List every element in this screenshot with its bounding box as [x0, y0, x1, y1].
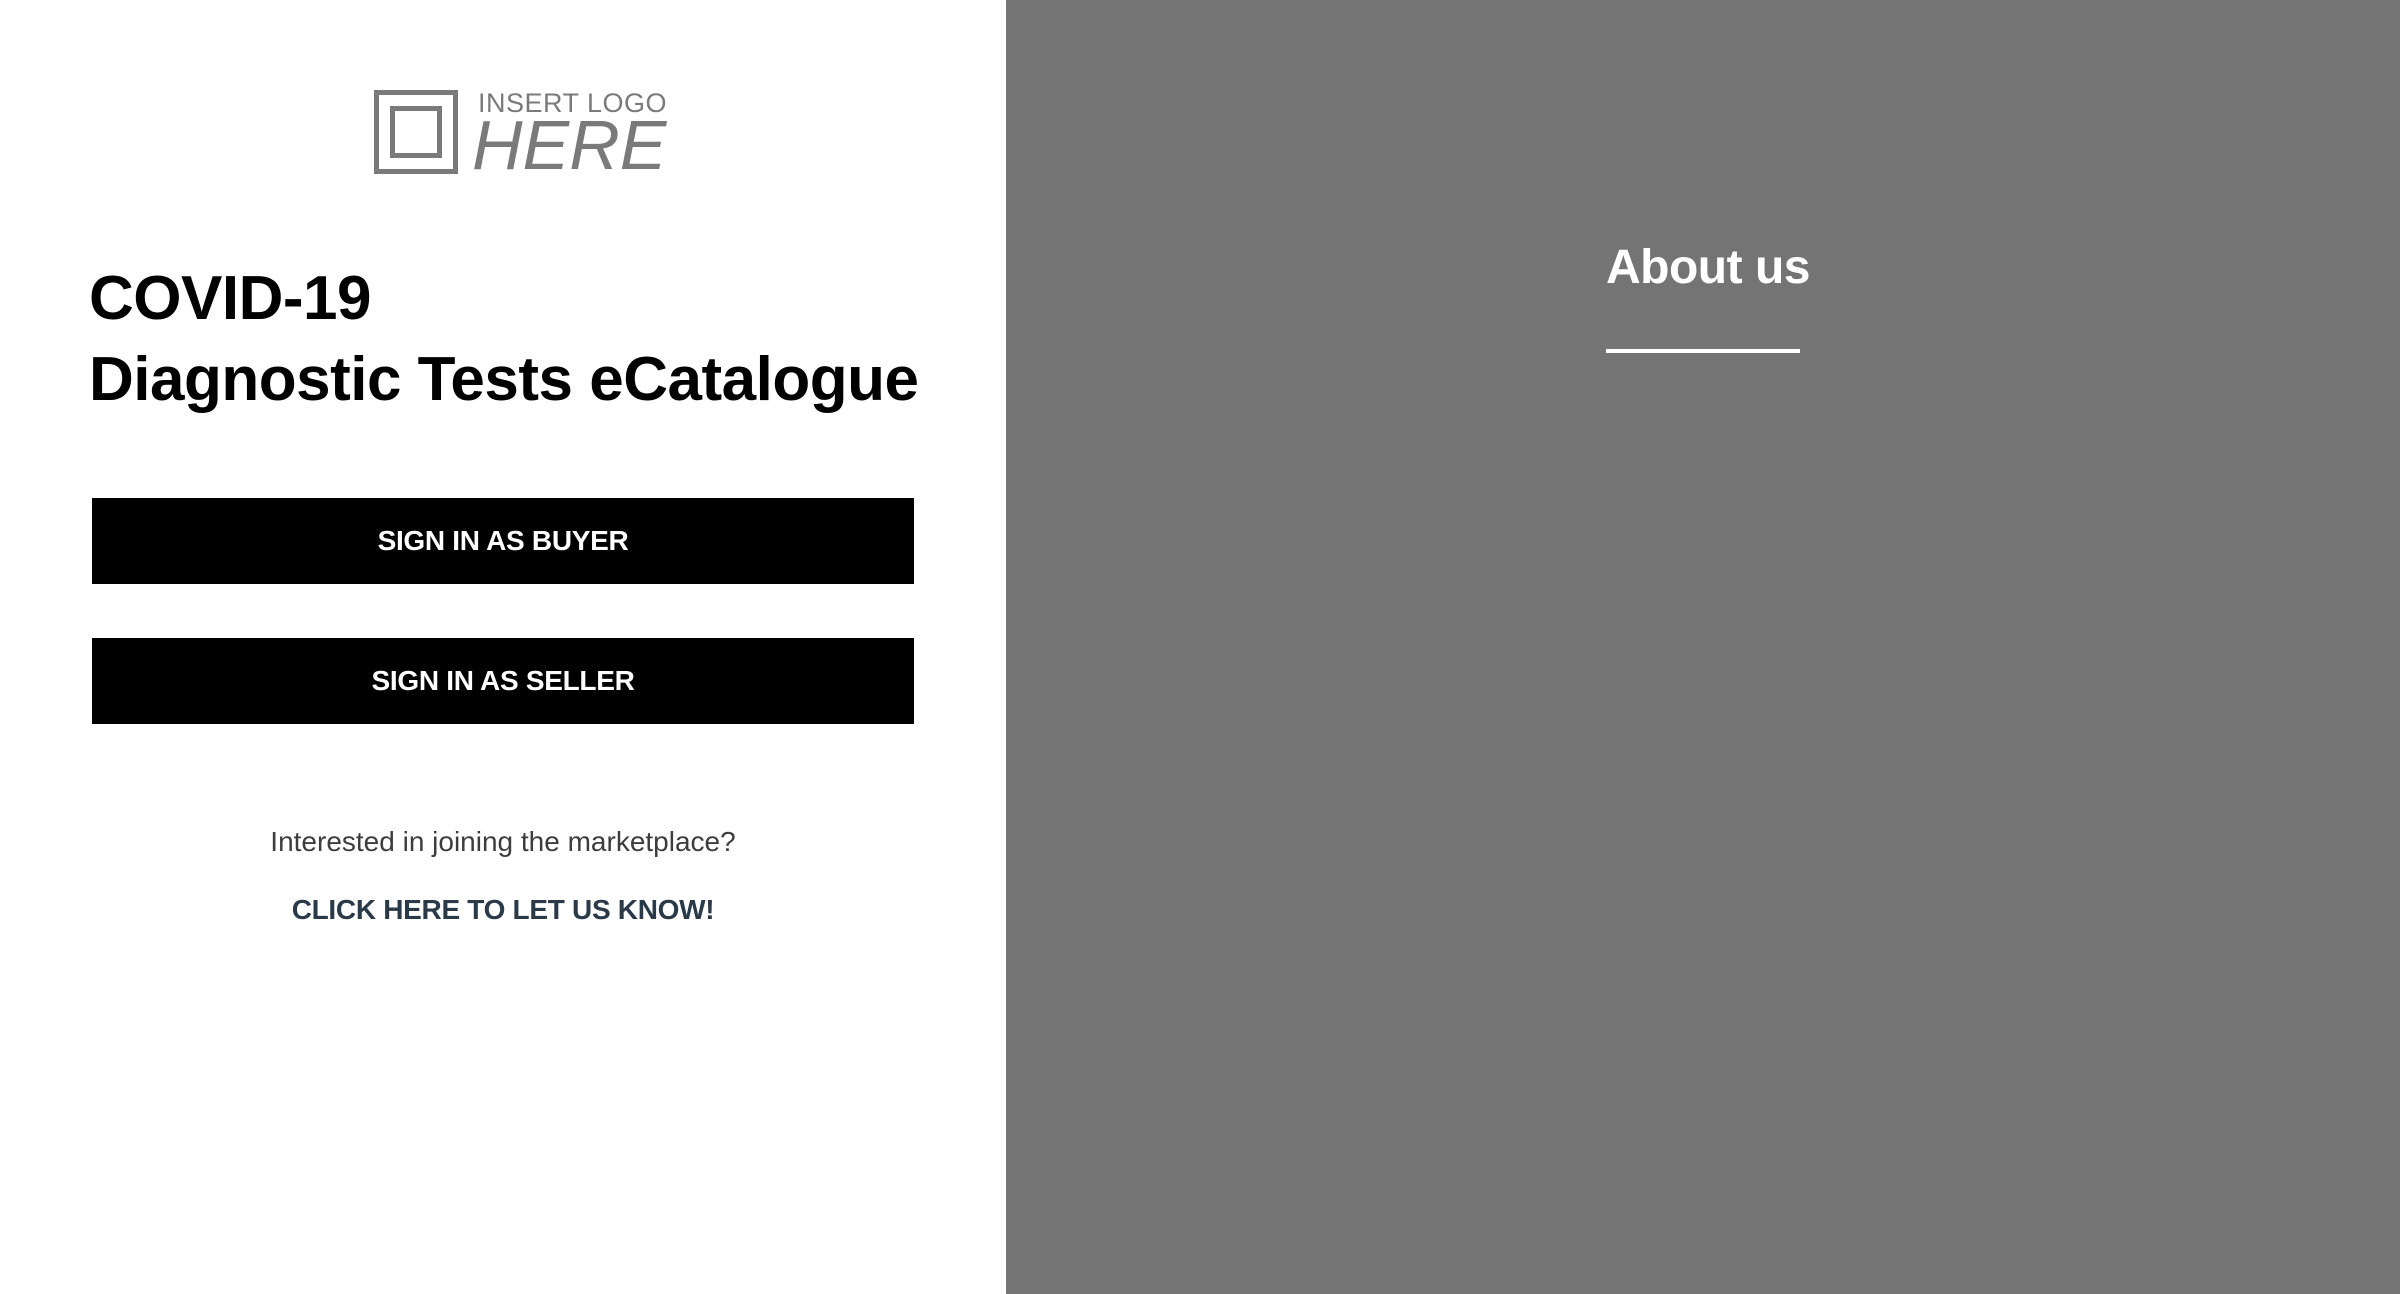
- logo: INSERT LOGO HERE: [372, 88, 667, 180]
- sign-in-seller-button[interactable]: SIGN IN AS SELLER: [92, 638, 914, 724]
- page-title: COVID-19 Diagnostic Tests eCatalogue: [89, 258, 919, 420]
- sign-in-buyer-button[interactable]: SIGN IN AS BUYER: [92, 498, 914, 584]
- page: INSERT LOGO HERE COVID-19 Diagnostic Tes…: [0, 0, 2400, 1294]
- about-heading: About us: [1606, 241, 1810, 294]
- about-panel: About us: [1006, 0, 2400, 1294]
- title-line-2: Diagnostic Tests eCatalogue: [89, 345, 919, 414]
- sign-in-panel: INSERT LOGO HERE COVID-19 Diagnostic Tes…: [0, 0, 1006, 1294]
- logo-text-large: HERE: [472, 106, 667, 184]
- join-marketplace-text: Interested in joining the marketplace?: [270, 826, 736, 857]
- title-line-1: COVID-19: [89, 264, 371, 333]
- join-marketplace-link[interactable]: CLICK HERE TO LET US KNOW!: [0, 894, 1006, 926]
- about-heading-underline: [1606, 349, 1800, 353]
- square-logo-icon: [374, 90, 458, 174]
